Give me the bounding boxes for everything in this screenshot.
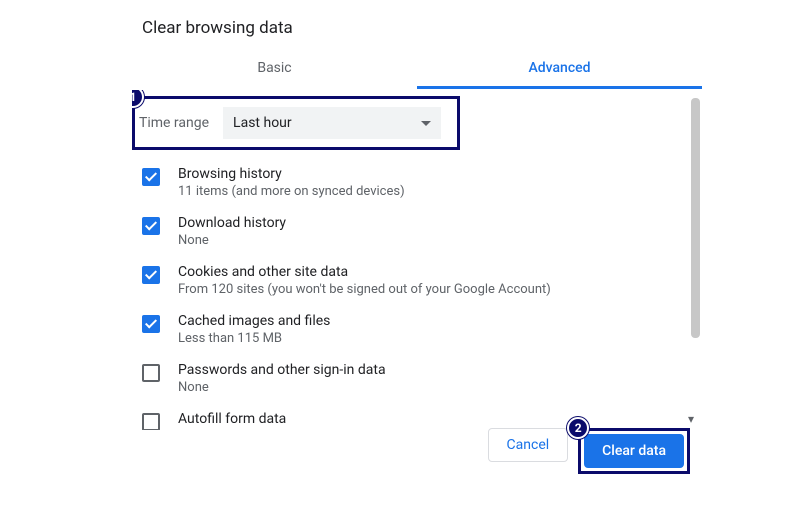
item-label: Cookies and other site data bbox=[178, 264, 551, 280]
dialog-footer: Cancel 2 Clear data bbox=[488, 428, 702, 474]
checkbox-autofill[interactable] bbox=[142, 413, 160, 430]
tab-advanced[interactable]: Advanced bbox=[417, 50, 702, 89]
time-range-label: Time range bbox=[139, 115, 209, 131]
clear-data-highlight: 2 Clear data bbox=[578, 428, 690, 474]
item-label: Passwords and other sign-in data bbox=[178, 362, 386, 378]
time-range-value: Last hour bbox=[233, 115, 292, 131]
checkbox-cache[interactable] bbox=[142, 315, 160, 333]
time-range-row: 1 Time range Last hour bbox=[132, 96, 460, 150]
list-item: Cached images and files Less than 115 MB bbox=[132, 305, 684, 354]
chevron-down-icon bbox=[421, 121, 431, 126]
checkbox-browsing-history[interactable] bbox=[142, 168, 160, 186]
list-item: Browsing history 11 items (and more on s… bbox=[132, 158, 684, 207]
checkbox-cookies[interactable] bbox=[142, 266, 160, 284]
item-label: Cached images and files bbox=[178, 313, 330, 329]
list-item: Download history None bbox=[132, 207, 684, 256]
annotation-badge-2: 2 bbox=[567, 417, 589, 439]
checkbox-passwords[interactable] bbox=[142, 364, 160, 382]
scroll-area: ▾ 1 Time range Last hour Browsing histor… bbox=[132, 90, 702, 430]
item-sub: 11 items (and more on synced devices) bbox=[178, 184, 405, 199]
tabs: Basic Advanced bbox=[132, 50, 702, 90]
scrollbar-thumb[interactable] bbox=[691, 98, 700, 338]
time-range-select[interactable]: Last hour bbox=[223, 107, 441, 139]
item-sub: None bbox=[178, 380, 386, 395]
list-item: Autofill form data bbox=[132, 403, 684, 430]
cancel-button[interactable]: Cancel bbox=[488, 428, 569, 462]
options-list: Browsing history 11 items (and more on s… bbox=[132, 158, 684, 430]
item-sub: From 120 sites (you won't be signed out … bbox=[178, 282, 551, 297]
clear-data-button[interactable]: Clear data bbox=[584, 434, 684, 468]
list-item: Passwords and other sign-in data None bbox=[132, 354, 684, 403]
item-sub: None bbox=[178, 233, 286, 248]
checkbox-download-history[interactable] bbox=[142, 217, 160, 235]
item-sub: Less than 115 MB bbox=[178, 331, 330, 346]
tab-basic[interactable]: Basic bbox=[132, 50, 417, 89]
list-item: Cookies and other site data From 120 sit… bbox=[132, 256, 684, 305]
scroll-down-icon[interactable]: ▾ bbox=[688, 412, 702, 426]
dialog-title: Clear browsing data bbox=[132, 18, 702, 38]
item-label: Autofill form data bbox=[178, 411, 286, 427]
item-label: Browsing history bbox=[178, 166, 405, 182]
annotation-badge-1: 1 bbox=[132, 90, 144, 108]
item-label: Download history bbox=[178, 215, 286, 231]
